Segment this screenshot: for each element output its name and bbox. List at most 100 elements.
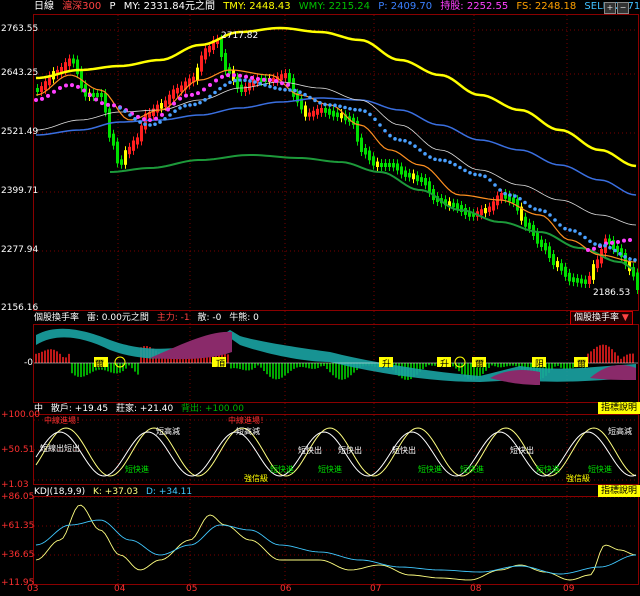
blue-dot	[133, 117, 137, 121]
blue-dot	[618, 252, 622, 256]
retail-annotation: 強信級	[566, 474, 590, 483]
candle-body	[100, 93, 103, 97]
candle-body	[588, 275, 591, 284]
magenta-dot	[208, 83, 212, 87]
blue-dot	[523, 200, 527, 205]
candle-body	[328, 108, 331, 115]
magenta-dot	[610, 240, 614, 245]
magenta-dot	[52, 89, 56, 94]
blue-dot	[208, 94, 212, 99]
indicator-dropdown[interactable]: 個股換手率 ▼	[570, 311, 633, 325]
blue-dot	[473, 172, 477, 177]
turnover-marker-7: 爾	[577, 360, 587, 370]
blue-dot	[333, 103, 337, 108]
blue-dot	[553, 218, 557, 222]
blue-dot	[178, 106, 182, 110]
kdj-k-value: K: +37.03	[93, 487, 139, 497]
magenta-dot	[280, 81, 284, 86]
magenta-dot	[196, 91, 200, 96]
blue-dot	[173, 109, 177, 113]
blue-dot	[303, 92, 307, 97]
candle-body	[396, 163, 399, 171]
retail-annotation: 短高減	[156, 427, 180, 436]
blue-dot	[633, 258, 637, 262]
blue-dot	[558, 223, 562, 227]
candle-body	[112, 133, 115, 146]
candle-body	[304, 105, 307, 117]
blue-dot	[348, 106, 352, 111]
blue-dot	[388, 133, 392, 138]
retail-annotation: 短快進	[588, 465, 612, 474]
kdj-title: KDJ(18,9,9)	[34, 487, 86, 497]
magenta-dot	[268, 78, 272, 82]
blue-dot	[543, 209, 547, 214]
blue-dot	[313, 98, 317, 103]
blue-dot	[448, 160, 452, 164]
magenta-dot	[592, 246, 596, 251]
magenta-dot	[166, 107, 170, 112]
turnover-header: 個股換手率 雷: 0.00元之間 主力: -1 散: -0 牛熊: 0	[34, 311, 264, 325]
candle-body	[576, 278, 579, 283]
candle-body	[280, 74, 283, 81]
blue-dot	[273, 86, 277, 90]
blue-dot	[408, 141, 412, 145]
candle-body	[224, 53, 227, 72]
turnover-marker-5: 爾	[475, 360, 485, 370]
blue-dot	[368, 112, 372, 117]
candle-body	[40, 86, 43, 92]
kdj-help-button[interactable]: 指標說明	[598, 485, 640, 497]
blue-dot	[488, 178, 492, 182]
blue-dot	[148, 123, 152, 127]
turnover-marker-1: 爾	[95, 360, 105, 370]
magenta-dot	[88, 93, 92, 97]
blue-dot	[433, 157, 437, 162]
candle-body	[404, 170, 407, 177]
candle-body	[412, 173, 415, 180]
chart-canvas[interactable]	[0, 0, 640, 596]
blue-dot	[498, 188, 502, 192]
ma-green-line	[109, 153, 635, 271]
candle-body	[584, 279, 587, 284]
blue-dot	[248, 79, 252, 83]
kdj-y-label-1: +86.05	[1, 492, 35, 502]
retail-help-button[interactable]: 指標說明	[598, 402, 640, 414]
candle-body	[380, 163, 383, 167]
magenta-dot	[70, 83, 74, 88]
y-label-1: 2763.55	[1, 24, 39, 34]
candle-body	[128, 146, 131, 155]
y-label-2: 2643.25	[1, 68, 39, 78]
blue-dot	[428, 155, 432, 159]
candle-body	[488, 206, 491, 213]
candle-body	[500, 193, 503, 200]
candle-body	[376, 161, 379, 167]
blue-dot	[463, 168, 467, 173]
blue-dot	[453, 162, 457, 167]
blue-dot	[283, 87, 287, 92]
x-label-07: 07	[370, 584, 382, 594]
blue-dot	[253, 80, 257, 84]
candle-body	[120, 159, 123, 165]
magenta-dot	[214, 78, 218, 83]
kdj-y-label-3: +36.65	[1, 550, 35, 560]
candle-body	[248, 82, 251, 91]
blue-dot	[628, 257, 632, 261]
magenta-dot	[46, 93, 50, 98]
blue-dot	[458, 165, 462, 170]
magenta-dot	[112, 103, 116, 108]
blue-dot	[568, 228, 572, 232]
blue-dot	[123, 109, 127, 113]
candle-body	[136, 137, 139, 145]
turnover-title: 個股換手率	[34, 313, 80, 323]
retail-annotation: 短快出	[510, 446, 534, 455]
turnover-info-d: 牛熊: 0	[229, 313, 259, 323]
candle-body	[156, 104, 159, 113]
retail-annotation: 中線進場！	[228, 416, 268, 425]
candle-body	[368, 150, 371, 161]
magenta-dot	[34, 98, 38, 102]
blue-dot	[508, 193, 512, 197]
blue-dot	[468, 171, 472, 175]
turnover-info-c: 散: -0	[197, 313, 222, 323]
blue-dot	[418, 148, 422, 152]
blue-dot	[623, 255, 627, 259]
candle-body	[636, 272, 639, 290]
